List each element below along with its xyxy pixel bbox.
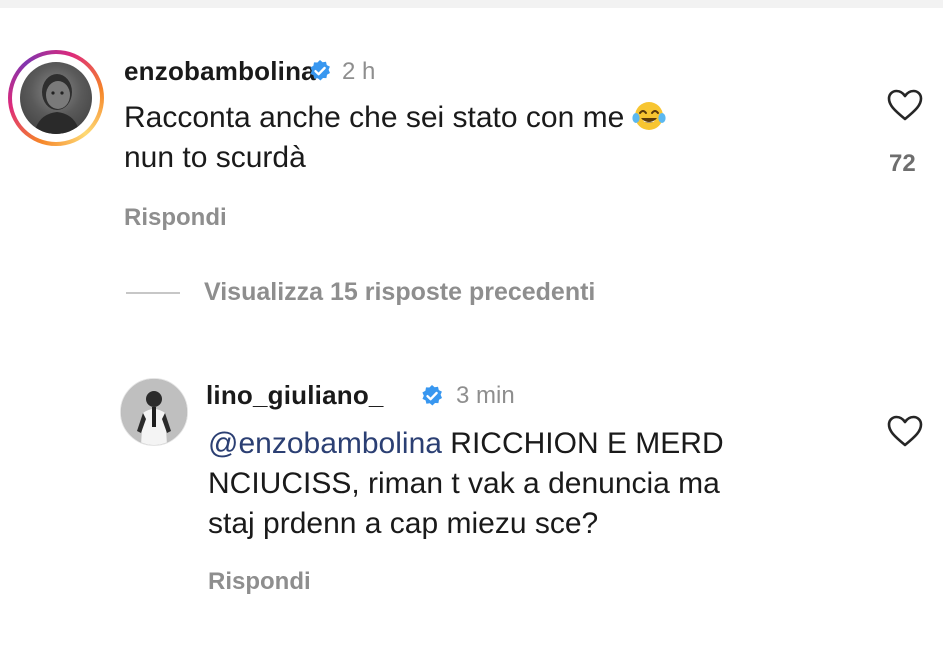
comment-text-line: nun to scurdà — [124, 141, 306, 174]
comment-username[interactable]: enzobambolina — [124, 56, 316, 87]
verified-badge-icon — [310, 60, 330, 81]
reply-text-line: NCIUCISS, riman t vak a denuncia ma — [208, 467, 720, 500]
heart-icon[interactable] — [886, 414, 924, 448]
top-divider — [0, 0, 943, 8]
avatar[interactable] — [20, 62, 92, 134]
comment-text: Racconta anche che sei stato con me nun … — [124, 98, 666, 178]
heart-icon[interactable] — [886, 88, 924, 122]
avatar[interactable] — [120, 378, 188, 446]
like-count: 72 — [889, 150, 916, 177]
mention-link[interactable]: @enzobambolina — [208, 427, 442, 460]
avatar-photo — [34, 74, 80, 134]
comments-view: enzobambolina 2 h Racconta anche che sei… — [0, 0, 943, 649]
face-with-tears-of-joy-icon — [632, 102, 666, 130]
reply-button[interactable]: Rispondi — [208, 568, 311, 596]
reply-text-line: RICCHION E MERD — [441, 427, 724, 460]
reply-username[interactable]: lino_giuliano_ — [206, 380, 384, 411]
reply-timestamp: 3 min — [456, 382, 515, 409]
comment-text-line: Racconta anche che sei stato con me — [124, 101, 625, 134]
replies-divider-line — [126, 291, 180, 294]
reply-button[interactable]: Rispondi — [124, 204, 227, 232]
verified-badge-icon — [422, 385, 442, 406]
avatar-photo — [121, 379, 187, 445]
reply-text-line: staj prdenn a cap miezu sce? — [208, 507, 599, 540]
reply-text: @enzobambolina RICCHION E MERD NCIUCISS,… — [208, 424, 724, 544]
comment-timestamp: 2 h — [342, 58, 376, 85]
view-previous-replies-button[interactable]: Visualizza 15 risposte precedenti — [126, 278, 595, 307]
view-replies-label: Visualizza 15 risposte precedenti — [204, 278, 596, 306]
